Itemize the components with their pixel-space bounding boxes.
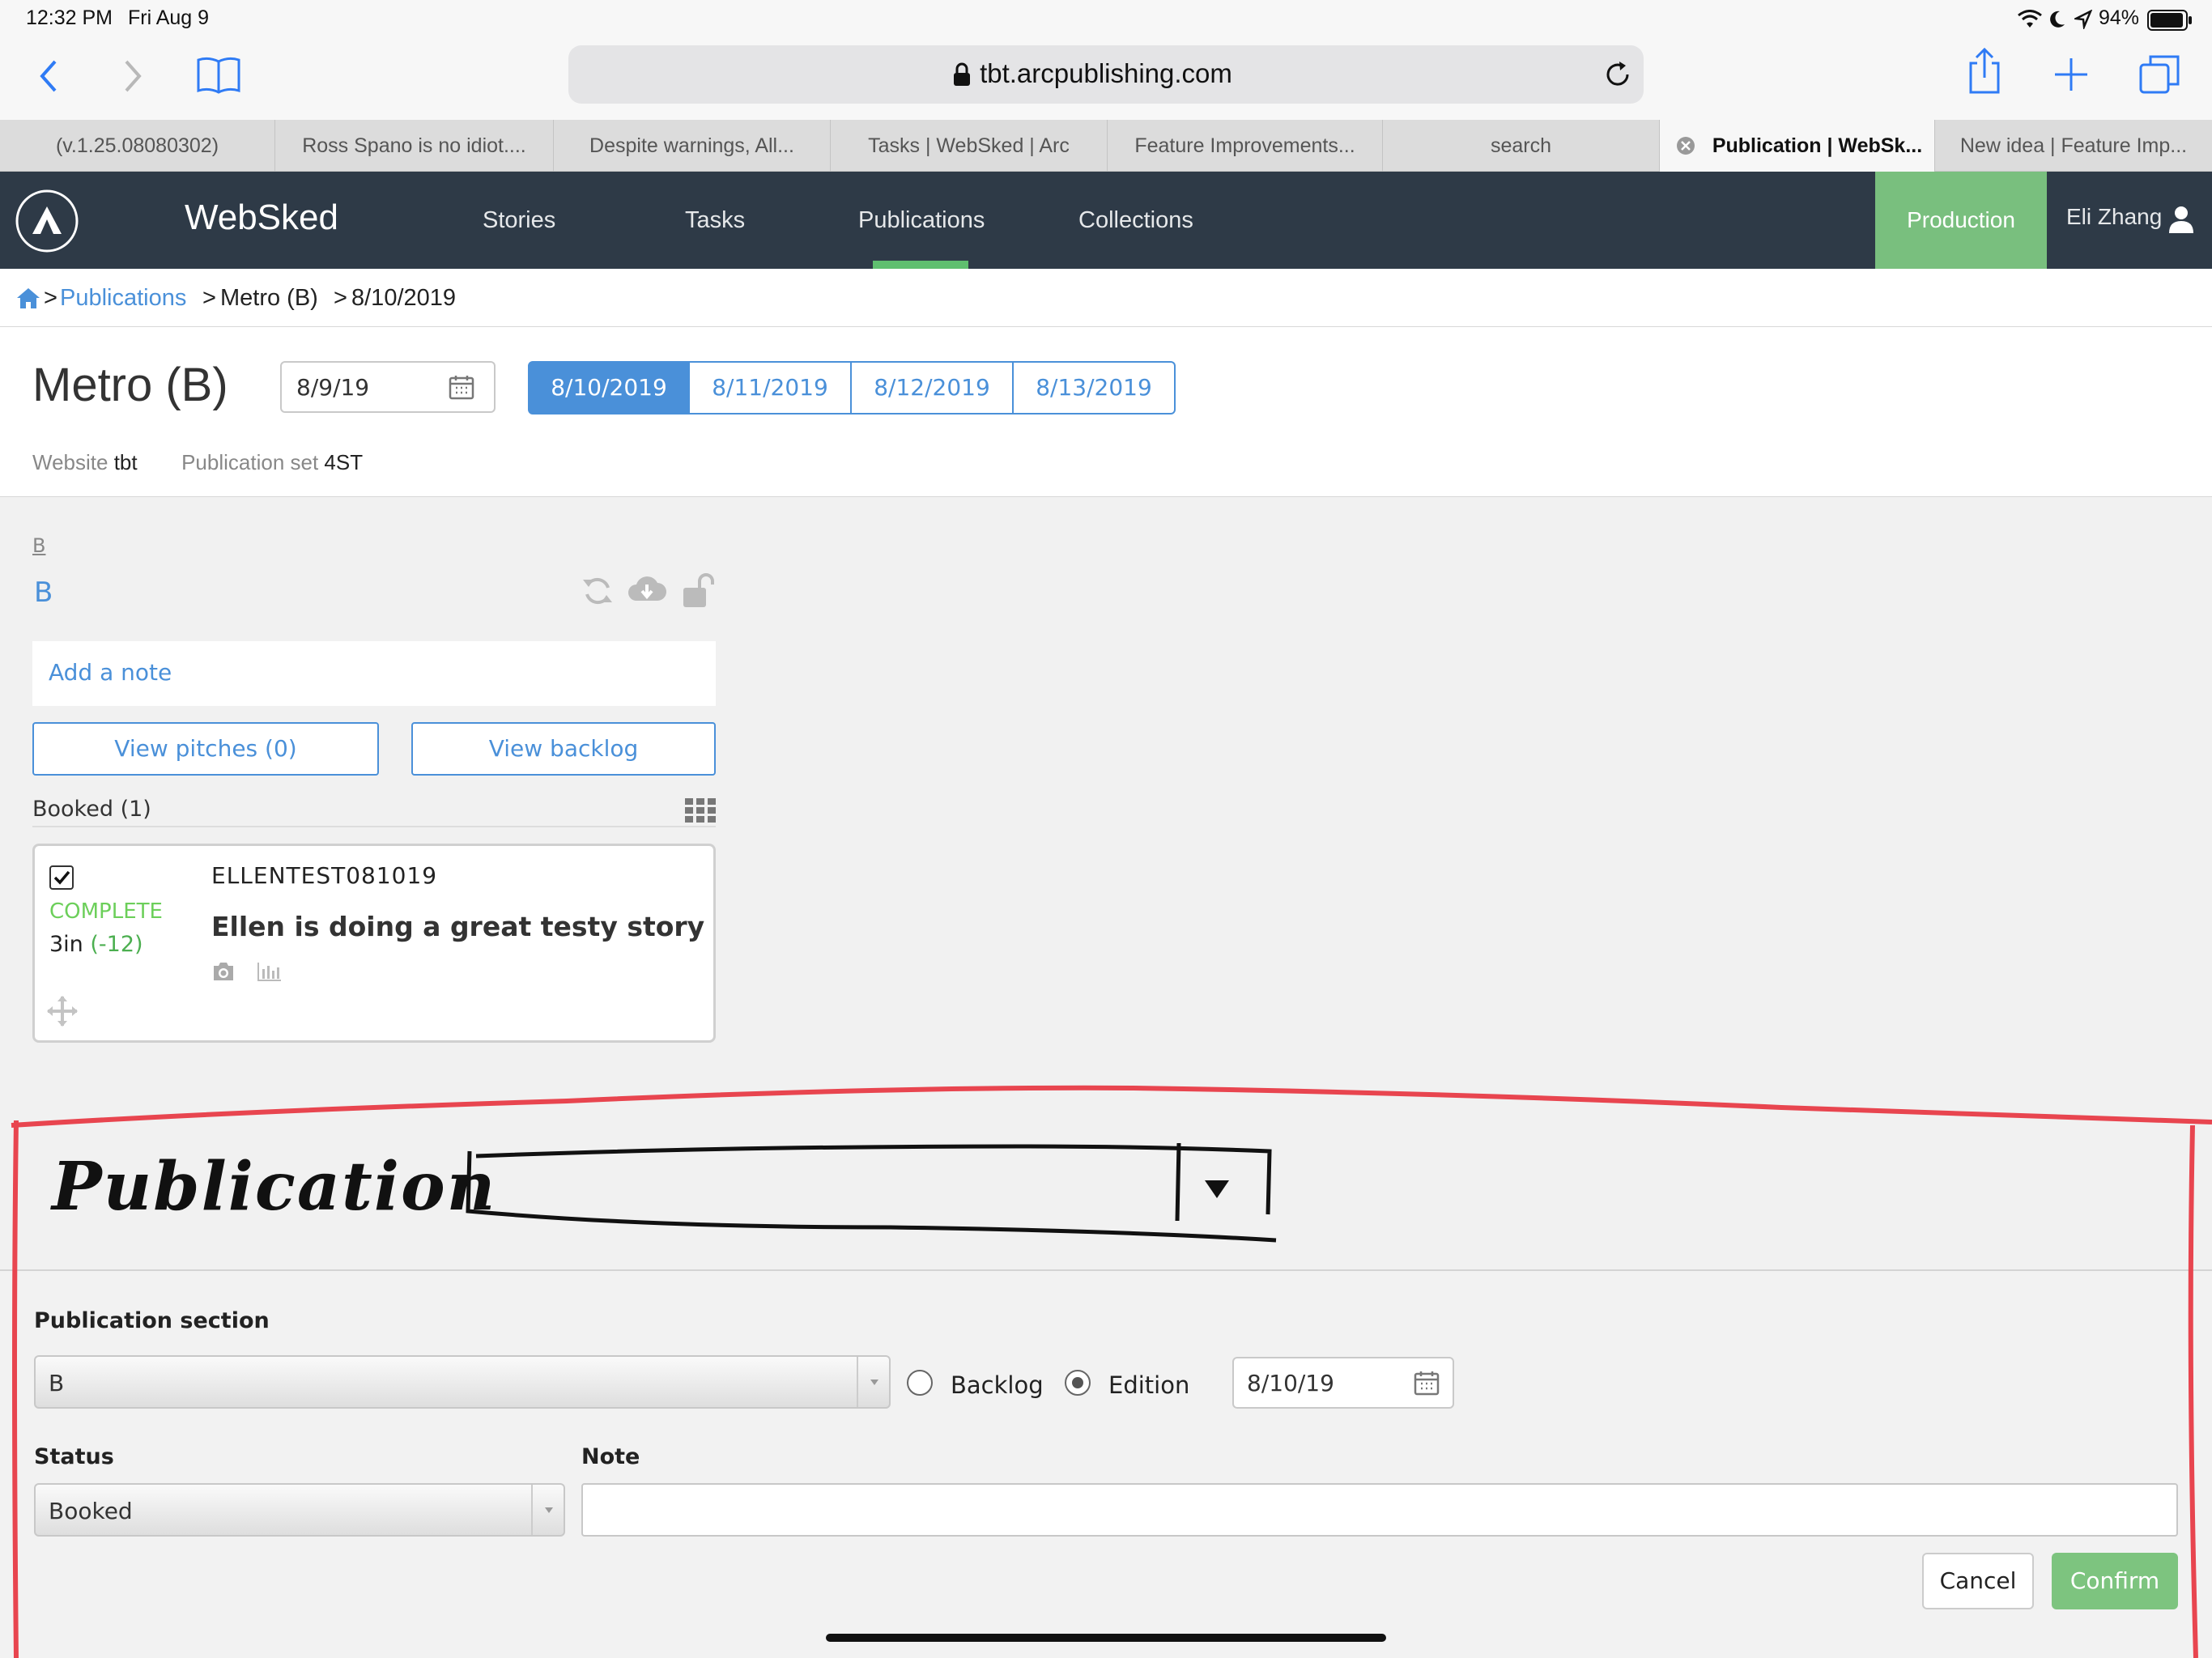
view-pitches-button[interactable]: View pitches (0) [32,722,379,776]
divider [32,826,716,827]
back-icon[interactable] [36,57,60,96]
checkmark-icon [53,870,70,885]
tabs-overview-icon[interactable] [2139,53,2181,96]
status-time: 12:32 PM [26,6,113,29]
browser-tab[interactable]: New idea | Feature Imp... [1935,120,2212,172]
browser-tab-label: Publication | WebSk... [1712,134,1923,157]
environment-badge[interactable]: Production [1875,172,2047,269]
section-link-small[interactable]: B [32,534,45,557]
nav-collections[interactable]: Collections [1078,207,1193,234]
website-value: tbt [113,450,138,474]
breadcrumb-date: 8/10/2019 [351,285,457,311]
browser-tab[interactable]: Despite warnings, All... [554,120,831,172]
browser-tab[interactable]: Ross Spano is no idiot.... [275,120,554,172]
cloud-download-icon[interactable] [627,573,667,607]
bar-chart-icon[interactable] [257,961,283,982]
add-note-link[interactable]: Add a note [49,659,172,686]
edition-date-tab-active[interactable]: 8/10/2019 [528,361,690,414]
nav-stories[interactable]: Stories [483,207,555,234]
publication-meta: Website tbt Publication set 4ST [32,450,363,475]
user-icon[interactable] [2168,206,2194,233]
annotation-outline [12,1120,2198,1658]
story-size: 3in (-12) [49,932,143,957]
website-label: Website [32,450,108,474]
active-nav-indicator [873,261,968,269]
edition-date-tab[interactable]: 8/11/2019 [690,361,852,414]
browser-tab[interactable]: Tasks | WebSked | Arc [831,120,1108,172]
page-title: Metro (B) [32,359,228,411]
address-bar[interactable]: tbt.arcpublishing.com [568,45,1644,104]
calendar-icon[interactable] [449,374,474,400]
add-note-box[interactable]: Add a note [32,641,716,706]
pubset-label: Publication set [181,450,319,474]
browser-tab[interactable]: (v.1.25.08080302) [0,120,275,172]
date-picker-value: 8/9/19 [296,374,370,401]
location-arrow-icon [2074,10,2092,29]
arc-logo-icon[interactable] [15,189,79,253]
browser-tab[interactable]: search [1383,120,1660,172]
bookmarks-icon[interactable] [196,55,241,96]
breadcrumb-publications[interactable]: Publications [60,285,186,312]
drag-handle-icon[interactable] [46,995,79,1027]
story-status: COMPLETE [49,899,163,924]
url-text: tbt.arcpublishing.com [980,58,1232,88]
story-card[interactable]: COMPLETE 3in (-12) ELLENTEST081019 Ellen… [32,844,716,1043]
browser-toolbar: tbt.arcpublishing.com [0,39,2212,120]
ios-status-bar: 12:32 PM Fri Aug 9 94% [0,0,2212,39]
breadcrumb-publication: Metro (B) [220,285,318,311]
edition-date-tab[interactable]: 8/12/2019 [852,361,1014,414]
browser-tab[interactable]: Feature Improvements... [1108,120,1383,172]
pubset-value: 4ST [324,450,364,474]
story-title[interactable]: Ellen is doing a great testy story [211,911,704,942]
browser-tab-strip: (v.1.25.08080302) Ross Spano is no idiot… [0,120,2212,172]
close-tab-icon[interactable] [1676,136,1695,155]
nav-publications[interactable]: Publications [858,207,985,234]
story-slug[interactable]: ELLENTEST081019 [211,862,437,889]
moon-icon [2050,11,2065,28]
home-icon[interactable] [16,287,40,309]
unlock-icon[interactable] [680,573,716,609]
share-icon[interactable] [1966,47,2003,96]
camera-icon[interactable] [211,961,236,982]
wifi-icon [2018,10,2042,28]
status-date: Fri Aug 9 [128,6,210,29]
date-picker-input[interactable]: 8/9/19 [280,361,496,413]
browser-tab-active[interactable]: Publication | WebSk... [1660,120,1935,172]
booked-heading: Booked (1) [32,797,151,822]
story-size-delta: (-12) [90,932,143,957]
story-size-value: 3in [49,932,83,957]
edition-date-tab[interactable]: 8/13/2019 [1014,361,1176,414]
new-tab-icon[interactable] [2052,55,2091,94]
battery-percent: 94% [2099,6,2140,29]
grid-view-icon[interactable] [685,798,716,823]
battery-icon [2147,10,2192,31]
nav-tasks[interactable]: Tasks [685,207,745,234]
story-select-checkbox[interactable] [49,865,74,890]
publication-header: Metro (B) 8/9/19 8/10/2019 8/11/2019 8/1… [0,327,2212,497]
user-name[interactable]: Eli Zhang [2066,204,2162,230]
breadcrumb: > Publications > Metro (B) > 8/10/2019 [0,269,2212,327]
forward-icon[interactable] [121,57,146,96]
brand-name: WebSked [185,198,338,237]
home-indicator [826,1634,1386,1642]
app-navbar: WebSked Stories Tasks Publications Colle… [0,172,2212,269]
refresh-icon[interactable] [581,575,614,607]
section-name-link[interactable]: B [34,576,53,609]
view-backlog-button[interactable]: View backlog [411,722,716,776]
reload-icon[interactable] [1603,60,1632,89]
